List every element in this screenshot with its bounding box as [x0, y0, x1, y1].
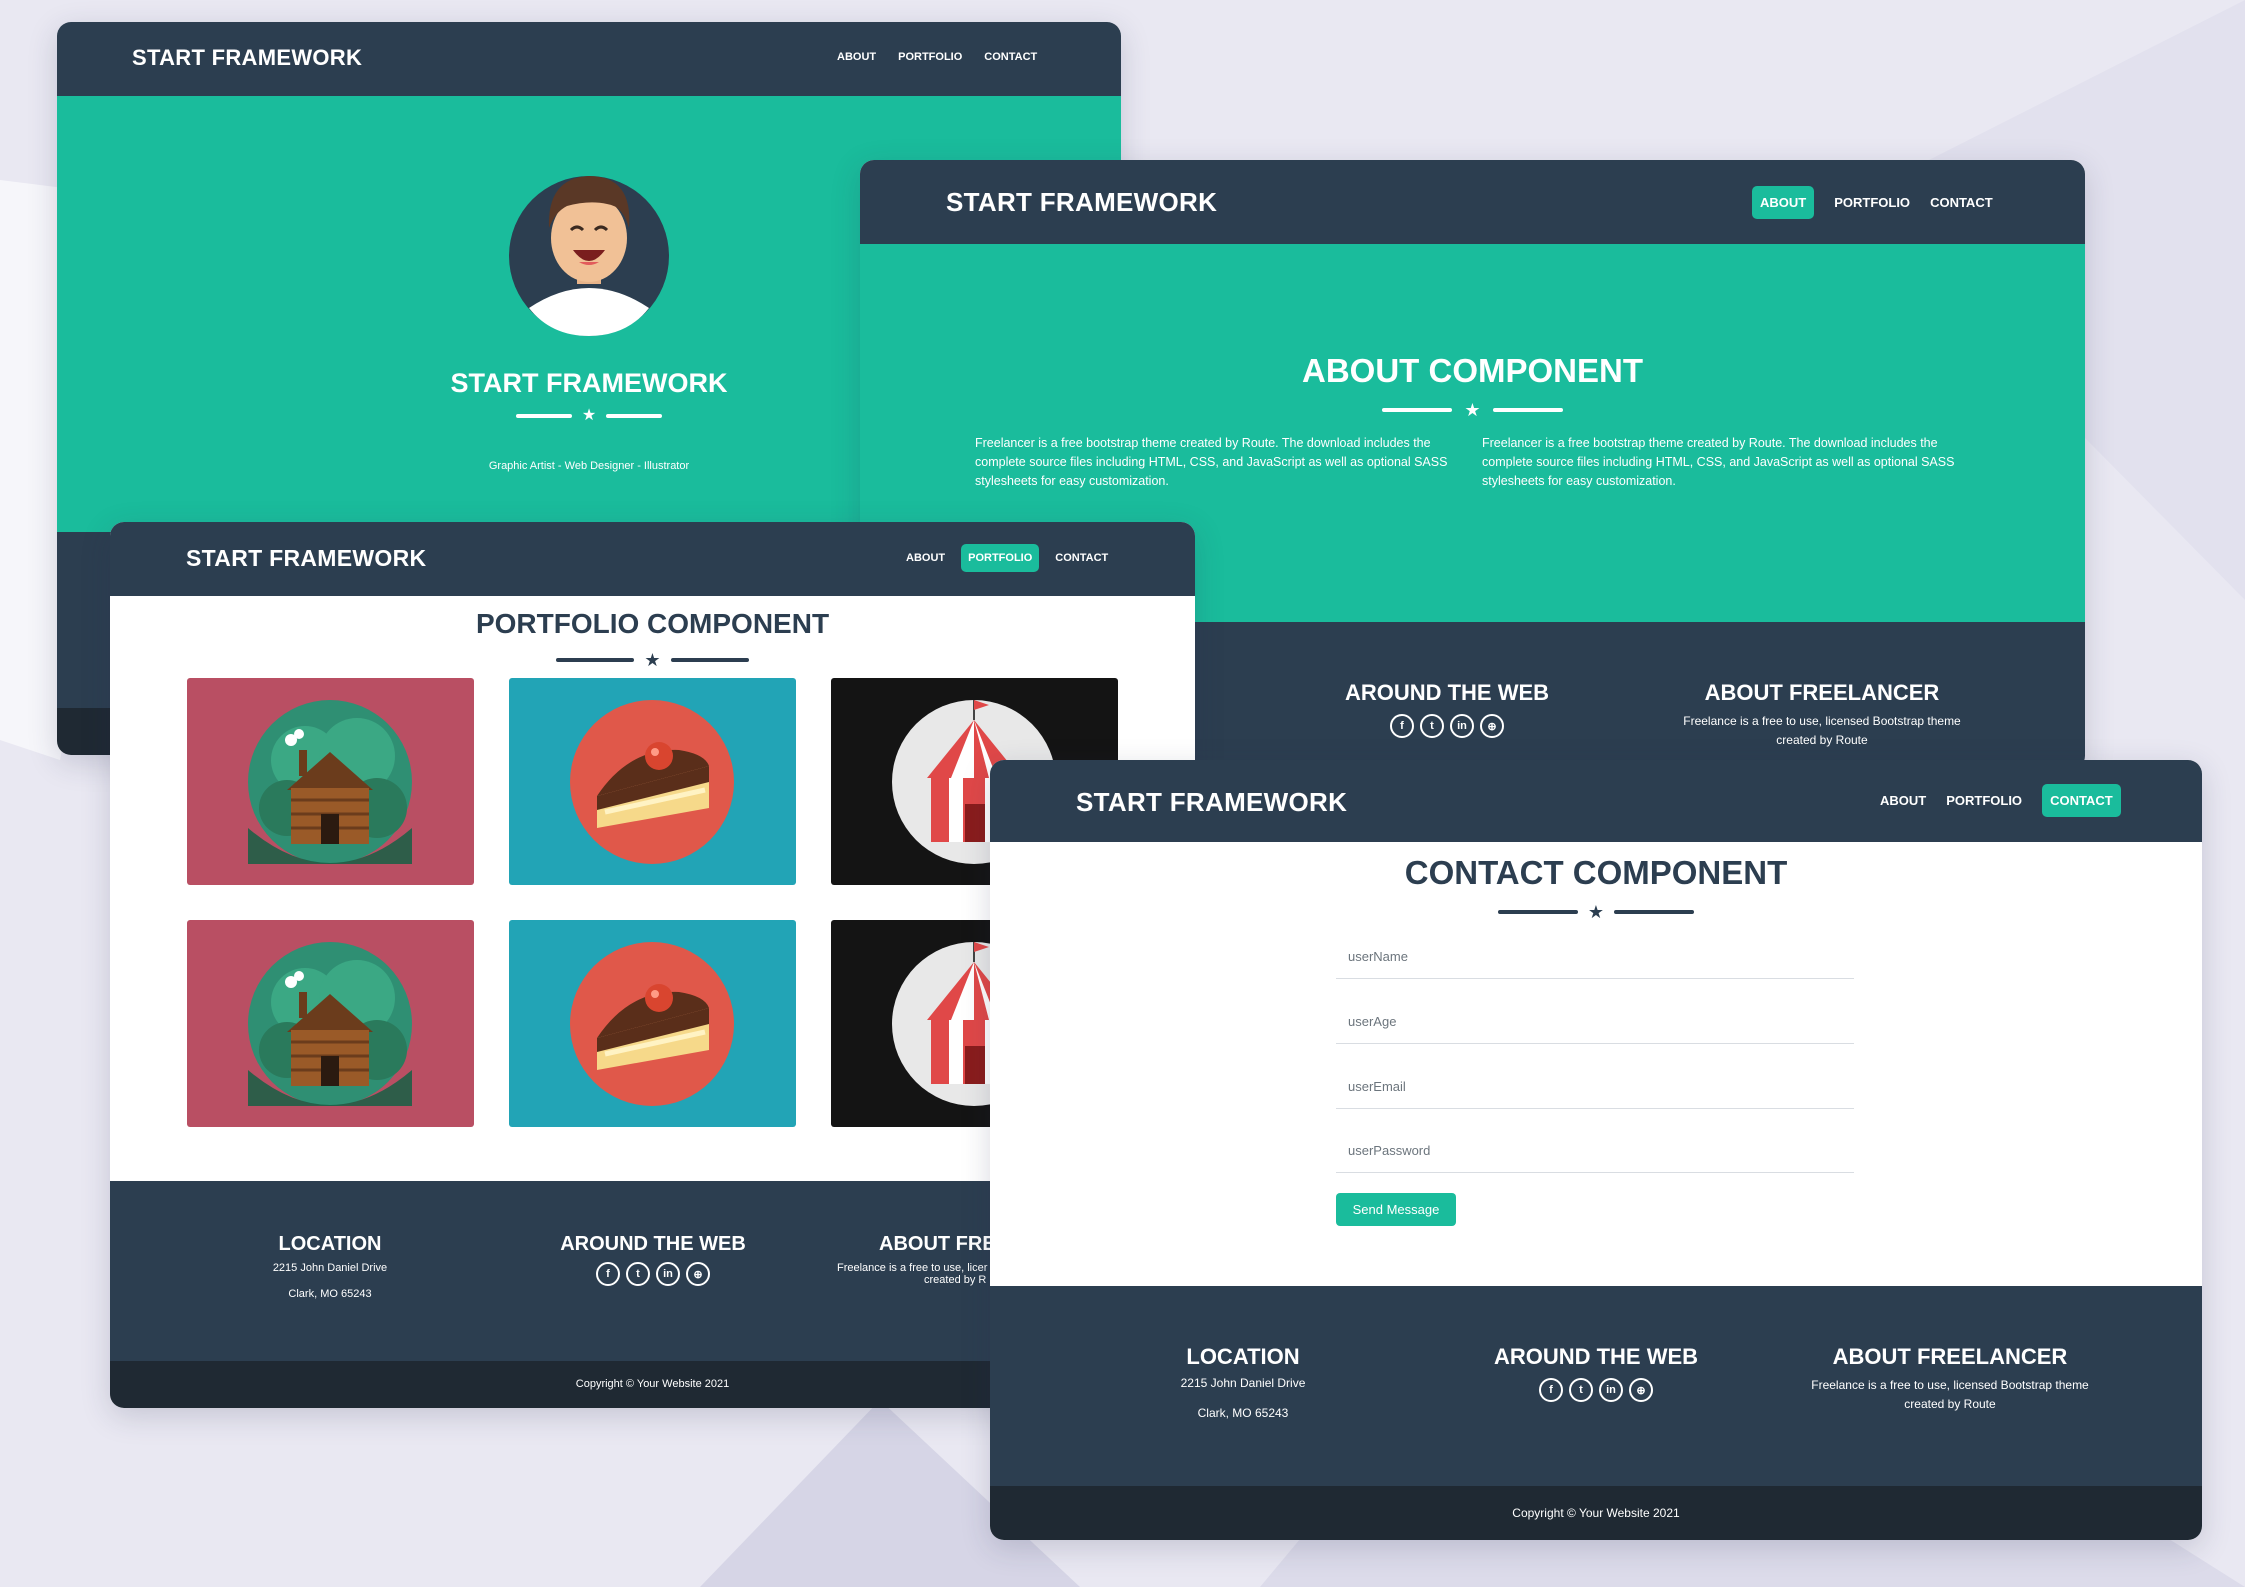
about-divider: ★ [860, 400, 2085, 420]
twitter-icon[interactable]: t [1420, 714, 1444, 738]
portfolio-item-cabin[interactable] [187, 920, 474, 1127]
portfolio-title: PORTFOLIO COMPONENT [475, 608, 830, 639]
copyright-text: Copyright © Your Website 2021 [1512, 1506, 1680, 1520]
footer-web: AROUND THE WEB f t in ⊕ [1312, 680, 1582, 738]
contact-page-card: START FRAMEWORK ABOUT PORTFOLIO CONTACT … [990, 760, 2202, 1540]
dribbble-icon[interactable]: ⊕ [1480, 714, 1504, 738]
footer-about-text: Freelance is a free to use, licensed Boo… [1811, 1378, 2089, 1411]
avatar [509, 176, 669, 336]
footer-web: AROUND THE WEB f t in ⊕ [518, 1233, 788, 1286]
portfolio-item-cake[interactable] [509, 920, 796, 1127]
nav-portfolio[interactable]: PORTFOLIO [961, 544, 1040, 572]
portfolio-item-cabin[interactable] [187, 678, 474, 885]
star-icon: ★ [581, 407, 597, 424]
username-field [1336, 934, 1866, 979]
nav-portfolio[interactable]: PORTFOLIO [898, 51, 962, 63]
social-links: f t in ⊕ [518, 1262, 788, 1286]
contact-copyright-bar: Copyright © Your Website 2021 [990, 1486, 2202, 1540]
star-icon: ★ [1587, 902, 1605, 922]
footer-about: ABOUT FREELANCER Freelance is a free to … [1800, 1344, 2100, 1414]
footer-location-title: LOCATION [278, 1233, 382, 1255]
footer-location: LOCATION 2215 John Daniel Drive Clark, M… [230, 1233, 430, 1300]
navbar: START FRAMEWORK ABOUT PORTFOLIO CONTACT [110, 522, 1195, 596]
contact-footer-section: LOCATION 2215 John Daniel Drive Clark, M… [990, 1286, 2202, 1486]
twitter-icon[interactable]: t [1569, 1378, 1593, 1402]
contact-title: CONTACT COMPONENT [1404, 854, 1788, 891]
portfolio-divider: ★ [110, 650, 1195, 670]
contact-section: CONTACT COMPONENT ★ Send Message [990, 842, 2202, 1286]
footer-web: AROUND THE WEB f t in ⊕ [1461, 1344, 1731, 1402]
footer-about-title: ABOUT FREELANCER [1704, 680, 1940, 705]
navbar: START FRAMEWORK ABOUT PORTFOLIO CONTACT [860, 160, 2085, 244]
brand-logo[interactable]: START FRAMEWORK [1076, 787, 1347, 818]
brand-logo[interactable]: START FRAMEWORK [946, 187, 1217, 218]
linkedin-icon[interactable]: in [1450, 714, 1474, 738]
contact-divider: ★ [990, 902, 2202, 922]
footer-address-line2: Clark, MO 65243 [288, 1288, 372, 1300]
footer-about: ABOUT FREELANCER Freelance is a free to … [1672, 680, 1972, 750]
about-title: ABOUT COMPONENT [1302, 352, 1643, 389]
footer-address-line1: 2215 John Daniel Drive [1180, 1376, 1306, 1390]
facebook-icon[interactable]: f [596, 1262, 620, 1286]
send-message-button[interactable]: Send Message [1336, 1193, 1456, 1226]
userage-field [1336, 999, 1866, 1044]
cabin-illustration [248, 700, 412, 864]
footer-web-title: AROUND THE WEB [560, 1233, 746, 1255]
footer-about-title: ABOUT FREELANCER [1832, 1344, 2068, 1369]
brand-logo[interactable]: START FRAMEWORK [132, 45, 362, 71]
nav-contact[interactable]: CONTACT [1930, 195, 1993, 210]
about-paragraph-right: Freelancer is a free bootstrap theme cre… [1482, 436, 1955, 488]
twitter-icon[interactable]: t [626, 1262, 650, 1286]
footer-location-title: LOCATION [1186, 1344, 1300, 1369]
userpassword-input[interactable] [1336, 1128, 1866, 1172]
nav-about[interactable]: ABOUT [1880, 793, 1926, 808]
footer-web-title: AROUND THE WEB [1344, 680, 1550, 705]
nav-about[interactable]: ABOUT [837, 51, 876, 63]
footer-address-line2: Clark, MO 65243 [1197, 1406, 1289, 1420]
nav-portfolio[interactable]: PORTFOLIO [1946, 793, 2022, 808]
portfolio-item-cake[interactable] [509, 678, 796, 885]
facebook-icon[interactable]: f [1539, 1378, 1563, 1402]
dribbble-icon[interactable]: ⊕ [1629, 1378, 1653, 1402]
about-paragraph-left: Freelancer is a free bootstrap theme cre… [975, 436, 1448, 488]
nav-contact[interactable]: CONTACT [984, 51, 1037, 63]
star-icon: ★ [644, 650, 661, 670]
footer-web-title: AROUND THE WEB [1493, 1344, 1699, 1369]
nav-portfolio[interactable]: PORTFOLIO [1834, 195, 1910, 210]
cake-illustration [570, 700, 734, 864]
dribbble-icon[interactable]: ⊕ [686, 1262, 710, 1286]
footer-about-text: Freelance is a free to use, licensed Boo… [1683, 714, 1961, 747]
username-input[interactable] [1336, 934, 1866, 978]
navbar: START FRAMEWORK ABOUT PORTFOLIO CONTACT [990, 760, 2202, 842]
useremail-input[interactable] [1336, 1064, 1866, 1108]
brand-logo[interactable]: START FRAMEWORK [186, 545, 426, 572]
star-icon: ★ [1464, 400, 1481, 420]
nav-about[interactable]: ABOUT [906, 552, 945, 564]
footer-address-line1: 2215 John Daniel Drive [272, 1262, 388, 1274]
facebook-icon[interactable]: f [1390, 714, 1414, 738]
social-links: f t in ⊕ [1461, 1378, 1731, 1402]
cabin-illustration [248, 942, 412, 1106]
footer-location: LOCATION 2215 John Daniel Drive Clark, M… [1143, 1344, 1343, 1420]
nav-contact[interactable]: CONTACT [2042, 784, 2121, 817]
cake-illustration [570, 942, 734, 1106]
nav-contact[interactable]: CONTACT [1055, 552, 1108, 564]
useremail-field [1336, 1064, 1866, 1109]
linkedin-icon[interactable]: in [656, 1262, 680, 1286]
linkedin-icon[interactable]: in [1599, 1378, 1623, 1402]
social-links: f t in ⊕ [1312, 714, 1582, 738]
userpassword-field [1336, 1128, 1866, 1173]
nav-about[interactable]: ABOUT [1752, 186, 1815, 219]
userage-input[interactable] [1336, 999, 1866, 1043]
navbar: START FRAMEWORK ABOUT PORTFOLIO CONTACT [57, 22, 1121, 96]
